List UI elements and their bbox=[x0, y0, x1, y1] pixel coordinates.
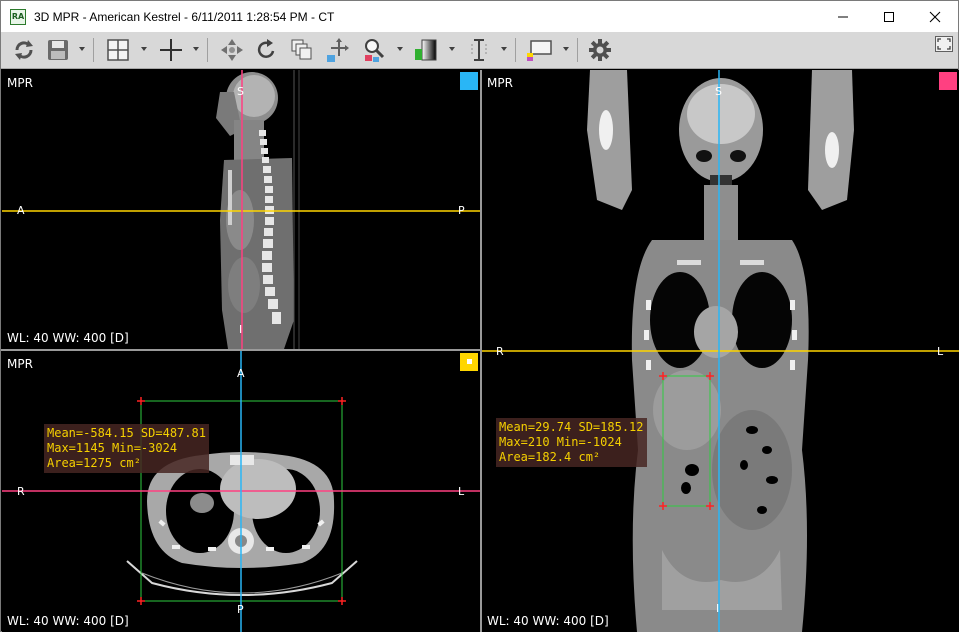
orientation-bottom: I bbox=[716, 602, 720, 615]
marker-dot bbox=[467, 359, 472, 364]
orientation-right: L bbox=[458, 485, 465, 498]
overlay-button[interactable] bbox=[523, 35, 557, 65]
move-button[interactable] bbox=[323, 35, 353, 65]
viewport-splitter-horizontal[interactable] bbox=[1, 349, 480, 351]
window-level-icon bbox=[415, 39, 437, 61]
axial-viewport-label: MPR bbox=[7, 357, 33, 371]
thickness-button[interactable] bbox=[464, 35, 494, 65]
layout-button[interactable] bbox=[103, 35, 133, 65]
axial-ct-image bbox=[2, 351, 480, 632]
roi-max-min: Max=210 Min=-1024 bbox=[499, 435, 622, 449]
orientation-bottom: I bbox=[239, 323, 243, 336]
window-level-button[interactable] bbox=[411, 35, 441, 65]
toolbar bbox=[1, 32, 958, 69]
roi-statistics-overlay: Mean=29.74 SD=185.12 Max=210 Min=-1024 A… bbox=[496, 418, 647, 467]
minimize-icon bbox=[838, 16, 848, 17]
settings-icon bbox=[589, 39, 611, 61]
fullscreen-button[interactable] bbox=[933, 34, 955, 54]
window-level-readout: WL: 40 WW: 400 [D] bbox=[7, 331, 129, 345]
window-title: 3D MPR - American Kestrel - 6/11/2011 1:… bbox=[34, 9, 335, 24]
maximize-button[interactable] bbox=[866, 1, 912, 32]
roi-area: Area=182.4 cm² bbox=[499, 450, 601, 464]
stack-button[interactable] bbox=[288, 35, 318, 65]
roi-mean-sd: Mean=29.74 SD=185.12 bbox=[499, 420, 644, 434]
thickness-dropdown-arrow[interactable] bbox=[501, 47, 507, 51]
orientation-bottom: P bbox=[237, 603, 244, 616]
rotate-icon bbox=[257, 39, 275, 58]
pan-button[interactable] bbox=[217, 35, 247, 65]
orientation-left: A bbox=[17, 204, 25, 217]
refresh-icon bbox=[15, 40, 33, 60]
sagittal-viewport[interactable]: MPR S I A P WL: 40 WW: 400 [D] bbox=[2, 70, 480, 349]
close-button[interactable] bbox=[912, 1, 958, 32]
thickness-icon bbox=[471, 39, 487, 61]
viewport-splitter-vertical[interactable] bbox=[480, 70, 482, 632]
rotate-button[interactable] bbox=[252, 35, 282, 65]
overlay-icon bbox=[527, 40, 552, 61]
window-level-readout: WL: 40 WW: 400 [D] bbox=[487, 614, 609, 628]
orientation-left: R bbox=[17, 485, 25, 498]
orientation-top: S bbox=[237, 85, 244, 98]
save-icon bbox=[48, 40, 68, 60]
crosshair-button[interactable] bbox=[156, 35, 186, 65]
toolbar-separator bbox=[577, 38, 578, 62]
roi-area: Area=1275 cm² bbox=[47, 456, 141, 470]
pan-icon bbox=[221, 39, 243, 61]
stack-icon bbox=[291, 39, 312, 60]
layout-icon bbox=[107, 39, 129, 61]
window-controls bbox=[820, 1, 958, 32]
fullscreen-icon bbox=[935, 36, 953, 52]
move-icon bbox=[327, 38, 349, 62]
roi-max-min: Max=1145 Min=-3024 bbox=[47, 441, 178, 455]
sagittal-ct-image bbox=[2, 70, 480, 349]
toolbar-separator bbox=[207, 38, 208, 62]
coronal-viewport[interactable]: MPR S I R L Mean=29.74 SD=185.12 Max=210… bbox=[482, 70, 959, 632]
orientation-top: S bbox=[715, 85, 722, 98]
settings-button[interactable] bbox=[585, 35, 615, 65]
sagittal-color-marker[interactable] bbox=[460, 72, 478, 90]
app-logo-icon: RA bbox=[10, 8, 26, 25]
coronal-ct-image bbox=[482, 70, 959, 632]
window-level-dropdown-arrow[interactable] bbox=[449, 47, 455, 51]
mpr-window: RA 3D MPR - American Kestrel - 6/11/2011… bbox=[0, 0, 959, 632]
window-level-readout: WL: 40 WW: 400 [D] bbox=[7, 614, 129, 628]
maximize-icon bbox=[884, 11, 894, 22]
zoom-dropdown-arrow[interactable] bbox=[397, 47, 403, 51]
crosshair-icon bbox=[160, 39, 182, 61]
layout-dropdown-arrow[interactable] bbox=[141, 47, 147, 51]
close-icon bbox=[929, 11, 941, 22]
sagittal-viewport-label: MPR bbox=[7, 76, 33, 90]
crosshair-dropdown-arrow[interactable] bbox=[193, 47, 199, 51]
overlay-dropdown-arrow[interactable] bbox=[563, 47, 569, 51]
zoom-icon bbox=[365, 39, 385, 62]
coronal-color-marker[interactable] bbox=[939, 72, 957, 90]
orientation-top: A bbox=[237, 367, 245, 380]
axial-color-marker[interactable] bbox=[460, 353, 478, 371]
save-button[interactable] bbox=[43, 35, 73, 65]
orientation-right: P bbox=[458, 204, 465, 217]
zoom-button[interactable] bbox=[359, 35, 389, 65]
orientation-left: R bbox=[496, 345, 504, 358]
save-dropdown-arrow[interactable] bbox=[79, 47, 85, 51]
orientation-right: L bbox=[937, 345, 944, 358]
roi-statistics-overlay: Mean=-584.15 SD=487.81 Max=1145 Min=-302… bbox=[44, 424, 209, 473]
axial-viewport[interactable]: MPR A P R L Mean=-584.15 SD=487.81 Max=1… bbox=[2, 351, 480, 632]
title-bar: RA 3D MPR - American Kestrel - 6/11/2011… bbox=[1, 1, 958, 32]
roi-mean-sd: Mean=-584.15 SD=487.81 bbox=[47, 426, 206, 440]
minimize-button[interactable] bbox=[820, 1, 866, 32]
toolbar-separator bbox=[515, 38, 516, 62]
toolbar-separator bbox=[93, 38, 94, 62]
refresh-button[interactable] bbox=[9, 35, 39, 65]
coronal-viewport-label: MPR bbox=[487, 76, 513, 90]
